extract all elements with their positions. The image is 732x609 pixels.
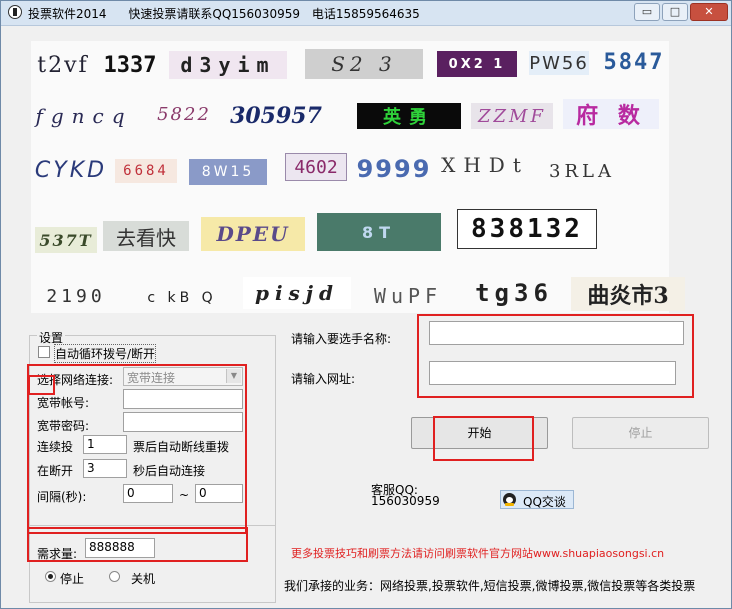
stop-radio[interactable] bbox=[45, 571, 56, 582]
shutdown-radio-label[interactable]: 关机 bbox=[131, 570, 155, 587]
phone-text: 电话15859564635 bbox=[311, 7, 420, 21]
promo-link[interactable]: 更多投票技巧和刷票方法请访问刷票软件官方网站www.shuapiaosongsi… bbox=[291, 545, 664, 561]
app-title: 投票软件2014 bbox=[28, 7, 107, 21]
captcha-sample: S2 3 bbox=[305, 49, 423, 79]
captcha-sample: 0X2 1 bbox=[437, 51, 517, 77]
captcha-sample: 5822 bbox=[157, 103, 211, 125]
captcha-sample: t2vf bbox=[37, 52, 89, 78]
captcha-sample: WuPF bbox=[373, 284, 443, 308]
highlight-box-target-inputs bbox=[417, 314, 694, 398]
maximize-button[interactable]: □ bbox=[662, 3, 688, 21]
captcha-sample: XHDt bbox=[441, 153, 529, 177]
captcha-sample: 3RLA bbox=[549, 160, 615, 182]
qq-penguin-icon bbox=[503, 493, 516, 506]
highlight-box-small bbox=[28, 375, 55, 395]
captcha-sample: 去看快 bbox=[103, 221, 189, 251]
shutdown-radio[interactable] bbox=[109, 571, 120, 582]
captcha-sample: 府 数 bbox=[563, 99, 659, 129]
support-qq-number: 156030959 bbox=[371, 494, 440, 508]
stop-button[interactable]: 停止 bbox=[572, 417, 709, 449]
highlight-box-settings bbox=[27, 364, 247, 534]
captcha-sample: pisjd bbox=[243, 277, 351, 309]
contact-text: 快速投票请联系QQ156030959 bbox=[128, 7, 300, 21]
auto-dial-label[interactable]: 自动循环拨号/断开 bbox=[53, 344, 157, 363]
qq-chat-label: QQ交谈 bbox=[523, 495, 566, 509]
captcha-sample: 1337 bbox=[103, 52, 157, 78]
captcha-sample: ZZMF bbox=[471, 103, 553, 129]
captcha-sample: tg36 bbox=[475, 279, 553, 307]
captcha-sample: fgncq bbox=[35, 104, 133, 128]
captcha-samples: t2vf 1337 d3yim S2 3 0X2 1 PW56 5847 fgn… bbox=[31, 41, 685, 313]
auto-dial-checkbox[interactable] bbox=[38, 346, 50, 358]
captcha-sample: 8W15 bbox=[189, 159, 267, 185]
captcha-sample: c kB Q bbox=[147, 290, 217, 306]
contestant-name-label: 请输入要选手名称: bbox=[291, 332, 392, 346]
captcha-sample: 2190 bbox=[46, 285, 106, 307]
app-logo-icon bbox=[8, 5, 22, 19]
minimize-button[interactable]: ▭ bbox=[634, 3, 660, 21]
settings-group-title: 设置 bbox=[37, 329, 66, 346]
window-title: 投票软件2014 快速投票请联系QQ156030959 电话1585956463… bbox=[28, 5, 420, 22]
close-button[interactable]: ✕ bbox=[690, 3, 728, 21]
captcha-sample: 6684 bbox=[115, 159, 177, 183]
stop-radio-label[interactable]: 停止 bbox=[60, 570, 84, 587]
captcha-sample: 8T bbox=[317, 213, 441, 251]
captcha-sample: DPEU bbox=[201, 217, 305, 251]
captcha-sample: 305957 bbox=[230, 103, 322, 129]
captcha-sample: 5847 bbox=[603, 49, 665, 75]
highlight-box-demand bbox=[27, 527, 248, 562]
qq-chat-button[interactable]: QQ交谈 bbox=[500, 490, 574, 509]
highlight-box-start bbox=[433, 416, 534, 461]
url-label: 请输入网址: bbox=[291, 372, 356, 386]
captcha-sample: d3yim bbox=[169, 51, 287, 79]
captcha-sample: 537T bbox=[35, 227, 97, 253]
captcha-sample: 838132 bbox=[457, 209, 597, 249]
app-window: 投票软件2014 快速投票请联系QQ156030959 电话1585956463… bbox=[0, 0, 732, 609]
captcha-sample: 曲炎市3 bbox=[571, 277, 685, 311]
title-bar[interactable]: 投票软件2014 快速投票请联系QQ156030959 电话1585956463… bbox=[1, 1, 731, 26]
captcha-sample: 英勇 bbox=[357, 103, 461, 129]
captcha-sample: PW56 bbox=[529, 51, 589, 75]
captcha-sample: 9999 bbox=[356, 155, 432, 183]
business-text: 我们承接的业务：网络投票,投票软件,短信投票,微博投票,微信投票等各类投票 bbox=[284, 579, 696, 593]
captcha-sample: CYKD bbox=[35, 157, 107, 183]
captcha-sample: 4602 bbox=[285, 153, 347, 181]
